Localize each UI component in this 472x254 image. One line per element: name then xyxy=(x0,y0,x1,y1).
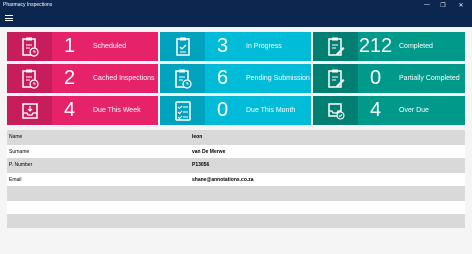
clipboard-clock-icon xyxy=(7,64,52,93)
detail-value: Ieon xyxy=(192,133,203,140)
tile-label: Due This Month xyxy=(246,107,296,114)
tile-count: 0 xyxy=(216,99,229,121)
tile-count: 3 xyxy=(216,35,229,57)
tile-scheduled[interactable]: 1 Scheduled xyxy=(7,32,158,61)
tile-due-this-week[interactable]: 4 Due This Week xyxy=(7,96,158,125)
hamburger-menu-icon[interactable] xyxy=(5,14,13,22)
tile-label: Partially Completed xyxy=(399,75,460,82)
clipboard-check-icon xyxy=(160,32,205,61)
tile-label: Over Due xyxy=(399,107,429,114)
tile-label: Cached Inspections xyxy=(93,75,155,82)
tile-count: 6 xyxy=(216,67,229,89)
detail-row-name: Name Ieon xyxy=(7,130,465,143)
tile-label: In Progress xyxy=(246,43,282,50)
tile-completed[interactable]: 212 Completed xyxy=(313,32,465,61)
tile-count: 1 xyxy=(63,35,76,57)
tile-count: 212 xyxy=(358,35,393,57)
tile-due-this-month[interactable]: 0 Due This Month xyxy=(160,96,311,125)
close-button[interactable]: ✕ xyxy=(454,0,468,10)
inbox-tray-icon xyxy=(7,96,52,125)
tile-in-progress[interactable]: 3 In Progress xyxy=(160,32,311,61)
detail-row-email: Email shane@annotations.co.za xyxy=(7,173,465,186)
maximize-button[interactable]: ❐ xyxy=(436,0,450,10)
tile-over-due[interactable]: 4 Over Due xyxy=(313,96,465,125)
tile-count: 0 xyxy=(369,67,382,89)
detail-key: Email xyxy=(9,176,22,183)
tile-label: Due This Week xyxy=(93,107,141,114)
detail-value: P13056 xyxy=(192,161,210,168)
user-details-panel: Name Ieon Surname van De Merwe P. Number… xyxy=(7,130,465,228)
detail-value: van De Merwe xyxy=(192,148,226,155)
detail-key: Name xyxy=(9,133,23,140)
minimize-button[interactable]: — xyxy=(420,0,434,10)
tile-count: 2 xyxy=(63,67,76,89)
blank-row xyxy=(7,201,465,214)
tile-count: 4 xyxy=(63,99,76,121)
clipboard-pen-icon xyxy=(313,32,358,61)
title-bar: Pharmacy Inspections — ❐ ✕ xyxy=(0,0,472,10)
inbox-check-icon xyxy=(313,96,358,125)
tile-cached-inspections[interactable]: 2 Cached Inspections xyxy=(7,64,158,93)
tile-partially-completed[interactable]: 0 Partially Completed xyxy=(313,64,465,93)
tile-pending-submission[interactable]: 6 Pending Submission xyxy=(160,64,311,93)
detail-row-surname: Surname van De Merwe xyxy=(7,145,465,158)
app-bar xyxy=(0,10,472,27)
checklist-icon xyxy=(160,96,205,125)
detail-row-p-number: P. Number P13056 xyxy=(7,158,465,171)
window-title: Pharmacy Inspections xyxy=(3,2,53,8)
tile-label: Completed xyxy=(399,43,433,50)
clipboard-clock-icon xyxy=(7,32,52,61)
clipboard-pen-icon xyxy=(313,64,358,93)
detail-key: P. Number xyxy=(9,161,33,168)
tile-count: 4 xyxy=(369,99,382,121)
detail-value: shane@annotations.co.za xyxy=(192,176,254,183)
detail-key: Surname xyxy=(9,148,30,155)
clipboard-clock-icon xyxy=(160,64,205,93)
tile-label: Pending Submission xyxy=(246,75,310,82)
tile-label: Scheduled xyxy=(93,43,127,50)
